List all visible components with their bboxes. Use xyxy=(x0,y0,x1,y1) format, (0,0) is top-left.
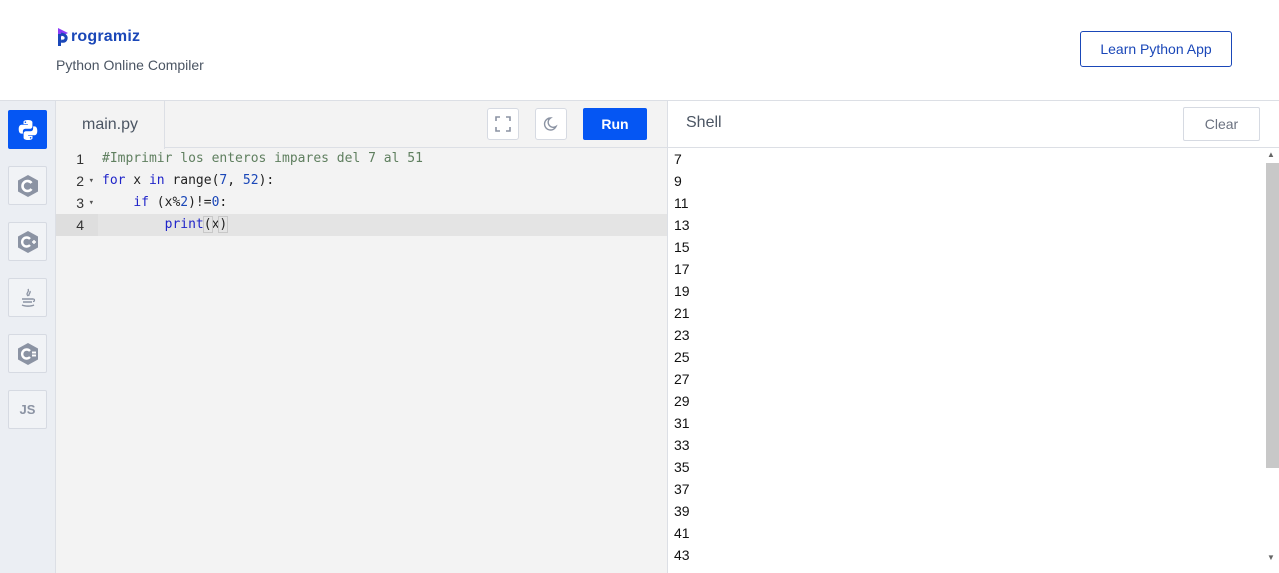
scrollbar-thumb[interactable] xyxy=(1266,163,1279,468)
language-sidebar: JS xyxy=(0,101,56,573)
shell-panel: Shell Clear 7 9 11 13 15 17 19 21 23 25 27 29 31 33 35… xyxy=(667,101,1279,573)
language-python-button[interactable] xyxy=(8,110,47,149)
shell-output-line: 17 xyxy=(674,261,690,277)
shell-toolbar: Shell Clear xyxy=(668,101,1279,148)
code-area[interactable]: 1 #Imprimir los enteros impares del 7 al… xyxy=(56,148,667,573)
code-line: 3 ▾ if (x%2)!=0: xyxy=(56,192,667,214)
scroll-down-icon[interactable]: ▼ xyxy=(1267,553,1275,562)
fullscreen-button[interactable] xyxy=(487,108,519,140)
logo-mark-icon xyxy=(56,26,70,48)
code-editor-panel: main.py Run 1 #Imprimir los enteros impa… xyxy=(56,101,667,573)
shell-output-line: 9 xyxy=(674,173,682,189)
java-icon xyxy=(21,288,35,307)
learn-python-app-button[interactable]: Learn Python App xyxy=(1080,31,1232,67)
fold-arrow-icon[interactable]: ▾ xyxy=(89,170,94,192)
javascript-icon: JS xyxy=(19,402,36,417)
page-subtitle: Python Online Compiler xyxy=(56,57,204,73)
moon-icon xyxy=(543,117,558,131)
run-button[interactable]: Run xyxy=(583,108,647,140)
scroll-up-icon[interactable]: ▲ xyxy=(1267,150,1275,159)
code-line-active: 4 print(x) xyxy=(56,214,667,236)
language-c-button[interactable] xyxy=(8,166,47,205)
fullscreen-icon xyxy=(495,116,511,132)
shell-output-line: 23 xyxy=(674,327,690,343)
dark-mode-toggle-button[interactable] xyxy=(535,108,567,140)
line-number: 3 xyxy=(76,195,84,211)
code-line-text: for x in range(7, 52): xyxy=(102,173,275,188)
shell-output-line: 21 xyxy=(674,305,690,321)
language-javascript-button[interactable]: JS xyxy=(8,390,47,429)
code-line-text: #Imprimir los enteros impares del 7 al 5… xyxy=(102,151,423,166)
shell-output-line: 35 xyxy=(674,459,690,475)
code-line-text: print(x) xyxy=(164,216,229,233)
cpp-icon xyxy=(17,230,38,253)
shell-output-line: 43 xyxy=(674,547,690,563)
shell-output-line: 29 xyxy=(674,393,690,409)
shell-output-line: 27 xyxy=(674,371,690,387)
shell-output-line: 11 xyxy=(674,195,689,211)
code-line-text: if (x%2)!=0: xyxy=(133,195,228,210)
shell-output-line: 33 xyxy=(674,437,690,453)
shell-output-line: 13 xyxy=(674,217,690,233)
shell-output-line: 19 xyxy=(674,283,690,299)
language-cpp-button[interactable] xyxy=(8,222,47,261)
shell-output-line: 7 xyxy=(674,151,682,167)
line-number: 1 xyxy=(76,151,84,167)
tab-main-py[interactable]: main.py xyxy=(56,101,165,149)
shell-output-line: 39 xyxy=(674,503,690,519)
language-java-button[interactable] xyxy=(8,278,47,317)
clear-button[interactable]: Clear xyxy=(1183,107,1260,141)
header: rogramiz Python Online Compiler Learn Py… xyxy=(0,0,1279,101)
shell-output-line: 31 xyxy=(674,415,690,431)
code-line: 2 ▾ for x in range(7, 52): xyxy=(56,170,667,192)
language-csharp-button[interactable] xyxy=(8,334,47,373)
code-line: 1 #Imprimir los enteros impares del 7 al… xyxy=(56,148,667,170)
shell-output-line: 25 xyxy=(674,349,690,365)
shell-title: Shell xyxy=(686,114,722,131)
logo-text: rogramiz xyxy=(71,28,141,45)
csharp-icon xyxy=(17,342,38,365)
shell-output-line: 37 xyxy=(674,481,690,497)
shell-output-line: 41 xyxy=(674,525,690,541)
fold-arrow-icon[interactable]: ▾ xyxy=(89,192,94,214)
programiz-logo[interactable]: rogramiz xyxy=(56,26,140,48)
shell-output-line: 15 xyxy=(674,239,690,255)
line-number: 2 xyxy=(76,173,84,189)
c-icon xyxy=(17,174,38,197)
shell-output[interactable]: 7 9 11 13 15 17 19 21 23 25 27 29 31 33 35 37 39 41 43 xyxy=(674,148,1254,573)
editor-toolbar: main.py Run xyxy=(56,101,667,149)
line-number: 4 xyxy=(76,217,84,233)
python-icon xyxy=(18,119,37,140)
text-cursor xyxy=(227,216,229,233)
